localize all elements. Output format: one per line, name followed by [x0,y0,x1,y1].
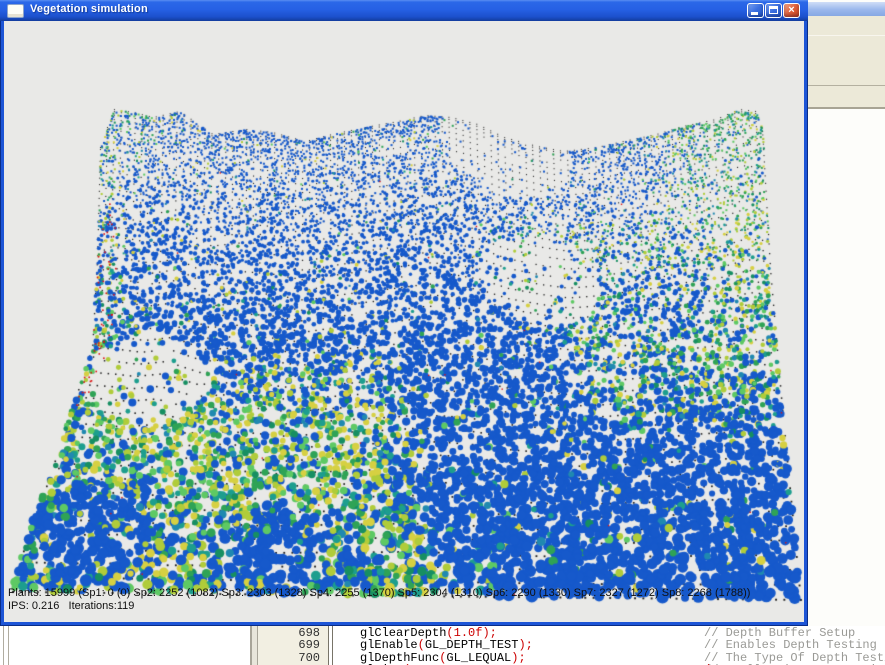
desktop: cies[s].fCoant[i].ptPoNT, Indicesp For O… [0,0,885,665]
toolbar-band-3 [808,86,885,109]
background-ide-right: cies[s].fCoant[i].ptPoNT, Indicesp For O… [808,0,885,665]
close-button[interactable]: × [783,3,800,18]
minimize-icon [751,12,758,15]
vegetation-scatter-canvas[interactable] [4,21,804,622]
status-ips-iterations: IPS: 0.216 Iterations:119 [8,600,134,612]
window-titlebar[interactable]: Vegetation simulation × [0,0,808,21]
background-code-editor-right[interactable]: cies[s].fCoant[i].ptPoNT, Indicesp For O… [808,109,885,665]
minimize-button[interactable] [747,3,764,18]
background-code-editor[interactable]: 698 glClearDepth(1.0f); // Depth Buffer … [0,626,885,665]
window-title: Vegetation simulation [30,3,148,15]
window-controls: × [747,3,800,18]
close-icon: × [784,4,799,17]
vegetation-simulation-window: Vegetation simulation × Plants: 15999 (S… [0,0,808,626]
toolbar-band-1 [808,16,885,36]
maximize-button[interactable] [765,3,782,18]
simulation-viewport[interactable]: Plants: 15999 (Sp1: 0 (0) Sp2: 2252 (108… [4,21,804,622]
maximize-icon [769,6,778,14]
background-window-titlebar[interactable] [808,2,885,16]
application-icon[interactable] [7,4,24,18]
status-plants: Plants: 15999 (Sp1: 0 (0) Sp2: 2252 (108… [8,587,750,599]
toolbar-band-2 [808,36,885,86]
